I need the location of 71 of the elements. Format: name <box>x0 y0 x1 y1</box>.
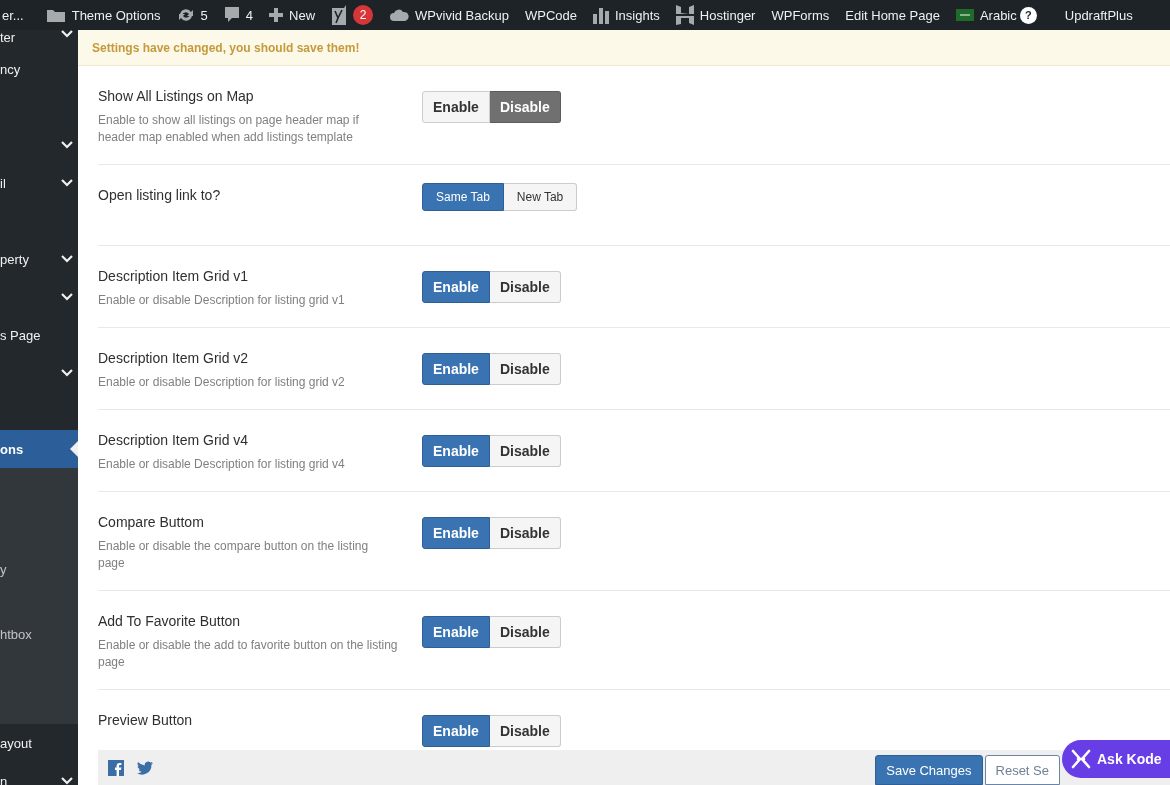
submenu-item[interactable]: htbox <box>0 627 78 692</box>
toolbar-item[interactable]: 2 <box>323 0 382 30</box>
toggle-button[interactable]: Disable <box>489 435 561 467</box>
toggle-button[interactable]: Same Tab <box>422 183 504 211</box>
refresh-icon <box>176 6 195 24</box>
toggle-button[interactable]: Enable <box>422 271 490 303</box>
setting-description: Enable or disable the compare button on the listing page <box>98 538 370 572</box>
y-logo-icon <box>331 5 348 25</box>
toggle-button[interactable]: Disable <box>489 715 561 747</box>
toggle-button[interactable]: Disable <box>489 91 561 123</box>
toolbar-item[interactable]: Edit Home Page <box>837 0 948 30</box>
toggle-button[interactable]: Enable <box>422 616 490 648</box>
setting-description: Enable or disable the add to favorite button on the listing page <box>98 637 398 671</box>
chat-button[interactable]: Ask Kode <box>1062 740 1170 778</box>
toolbar-item[interactable]: Theme Options <box>37 0 169 30</box>
setting-description: Enable to show all listings on page header map if header map enabled when add listings template <box>98 112 360 146</box>
folder-icon <box>45 7 66 23</box>
setting-title: Description Item Grid v2 <box>98 350 250 366</box>
toolbar-item[interactable]: New <box>261 0 324 30</box>
sidebar-item[interactable]: perty <box>0 240 78 278</box>
toolbar-item[interactable]: er... <box>0 0 38 30</box>
toolbar-item[interactable]: Insights <box>585 0 668 30</box>
save-button[interactable]: Save Changes <box>875 755 983 785</box>
toolbar-item[interactable]: WPCode <box>516 0 585 30</box>
sidebar-item[interactable]: ncy <box>0 50 78 88</box>
toggle-button[interactable]: Disable <box>489 616 561 648</box>
toolbar-item[interactable]: 4 <box>215 0 262 30</box>
setting-title: Description Item Grid v4 <box>98 432 250 448</box>
sidebar-item[interactable]: ayout <box>0 724 78 762</box>
notice-text: Settings have changed, you should save them! <box>92 40 360 55</box>
setting-title: Compare Buttom <box>98 514 205 530</box>
toggle-button[interactable]: Enable <box>422 715 490 747</box>
toolbar-item[interactable]: WPForms <box>763 0 838 30</box>
sidebar-item[interactable]: il <box>0 164 78 202</box>
toggle-button[interactable]: Enable <box>422 517 490 549</box>
setting-title: Show All Listings on Map <box>98 88 255 104</box>
bar-chart-icon <box>593 6 609 24</box>
sidebar-item[interactable]: s Page <box>0 316 78 354</box>
toggle-button[interactable]: Enable <box>422 91 490 123</box>
sidebar-item[interactable]: ons <box>0 430 78 468</box>
help-icon: ? <box>1019 6 1037 24</box>
toggle-button[interactable]: Disable <box>489 353 561 385</box>
h-logo-icon <box>675 5 694 25</box>
setting-description: Enable or disable Description for listing grid v1 <box>98 292 346 309</box>
comment-icon <box>223 6 240 24</box>
setting-title: Add To Favorite Button <box>98 613 242 629</box>
toggle-button[interactable]: New Tab <box>503 183 578 211</box>
setting-description: Enable or disable Description for listing grid v2 <box>98 374 346 391</box>
count-badge: 2 <box>353 5 374 25</box>
toggle-button[interactable]: Disable <box>489 517 561 549</box>
setting-title: Open listing link to? <box>98 187 222 203</box>
setting-title: Description Item Grid v1 <box>98 268 250 284</box>
toolbar-item[interactable]: WPvivid Backup <box>381 0 517 30</box>
bird-icon <box>137 760 153 775</box>
toolbar-item[interactable]: Arabic ? <box>947 0 1057 30</box>
flag-icon <box>955 9 974 21</box>
toggle-button[interactable]: Enable <box>422 435 490 467</box>
cloud-icon <box>389 8 410 22</box>
reset-button[interactable]: Reset Se <box>984 755 1060 785</box>
submenu-item[interactable]: y <box>0 562 78 627</box>
toggle-button[interactable]: Enable <box>422 353 490 385</box>
plus-icon <box>269 8 284 22</box>
facebook-icon <box>108 759 124 776</box>
sidebar-item[interactable]: n <box>0 762 78 785</box>
toolbar-item[interactable]: UpdraftPlus <box>1056 0 1141 30</box>
toolbar-item[interactable]: Hostinger <box>667 0 764 30</box>
setting-description: Enable or disable Description for listing grid v4 <box>98 456 346 473</box>
sidebar-item[interactable]: ter <box>0 30 78 50</box>
toolbar-item[interactable]: 5 <box>168 0 216 30</box>
setting-title: Preview Button <box>98 712 194 728</box>
toggle-button[interactable]: Disable <box>489 271 561 303</box>
